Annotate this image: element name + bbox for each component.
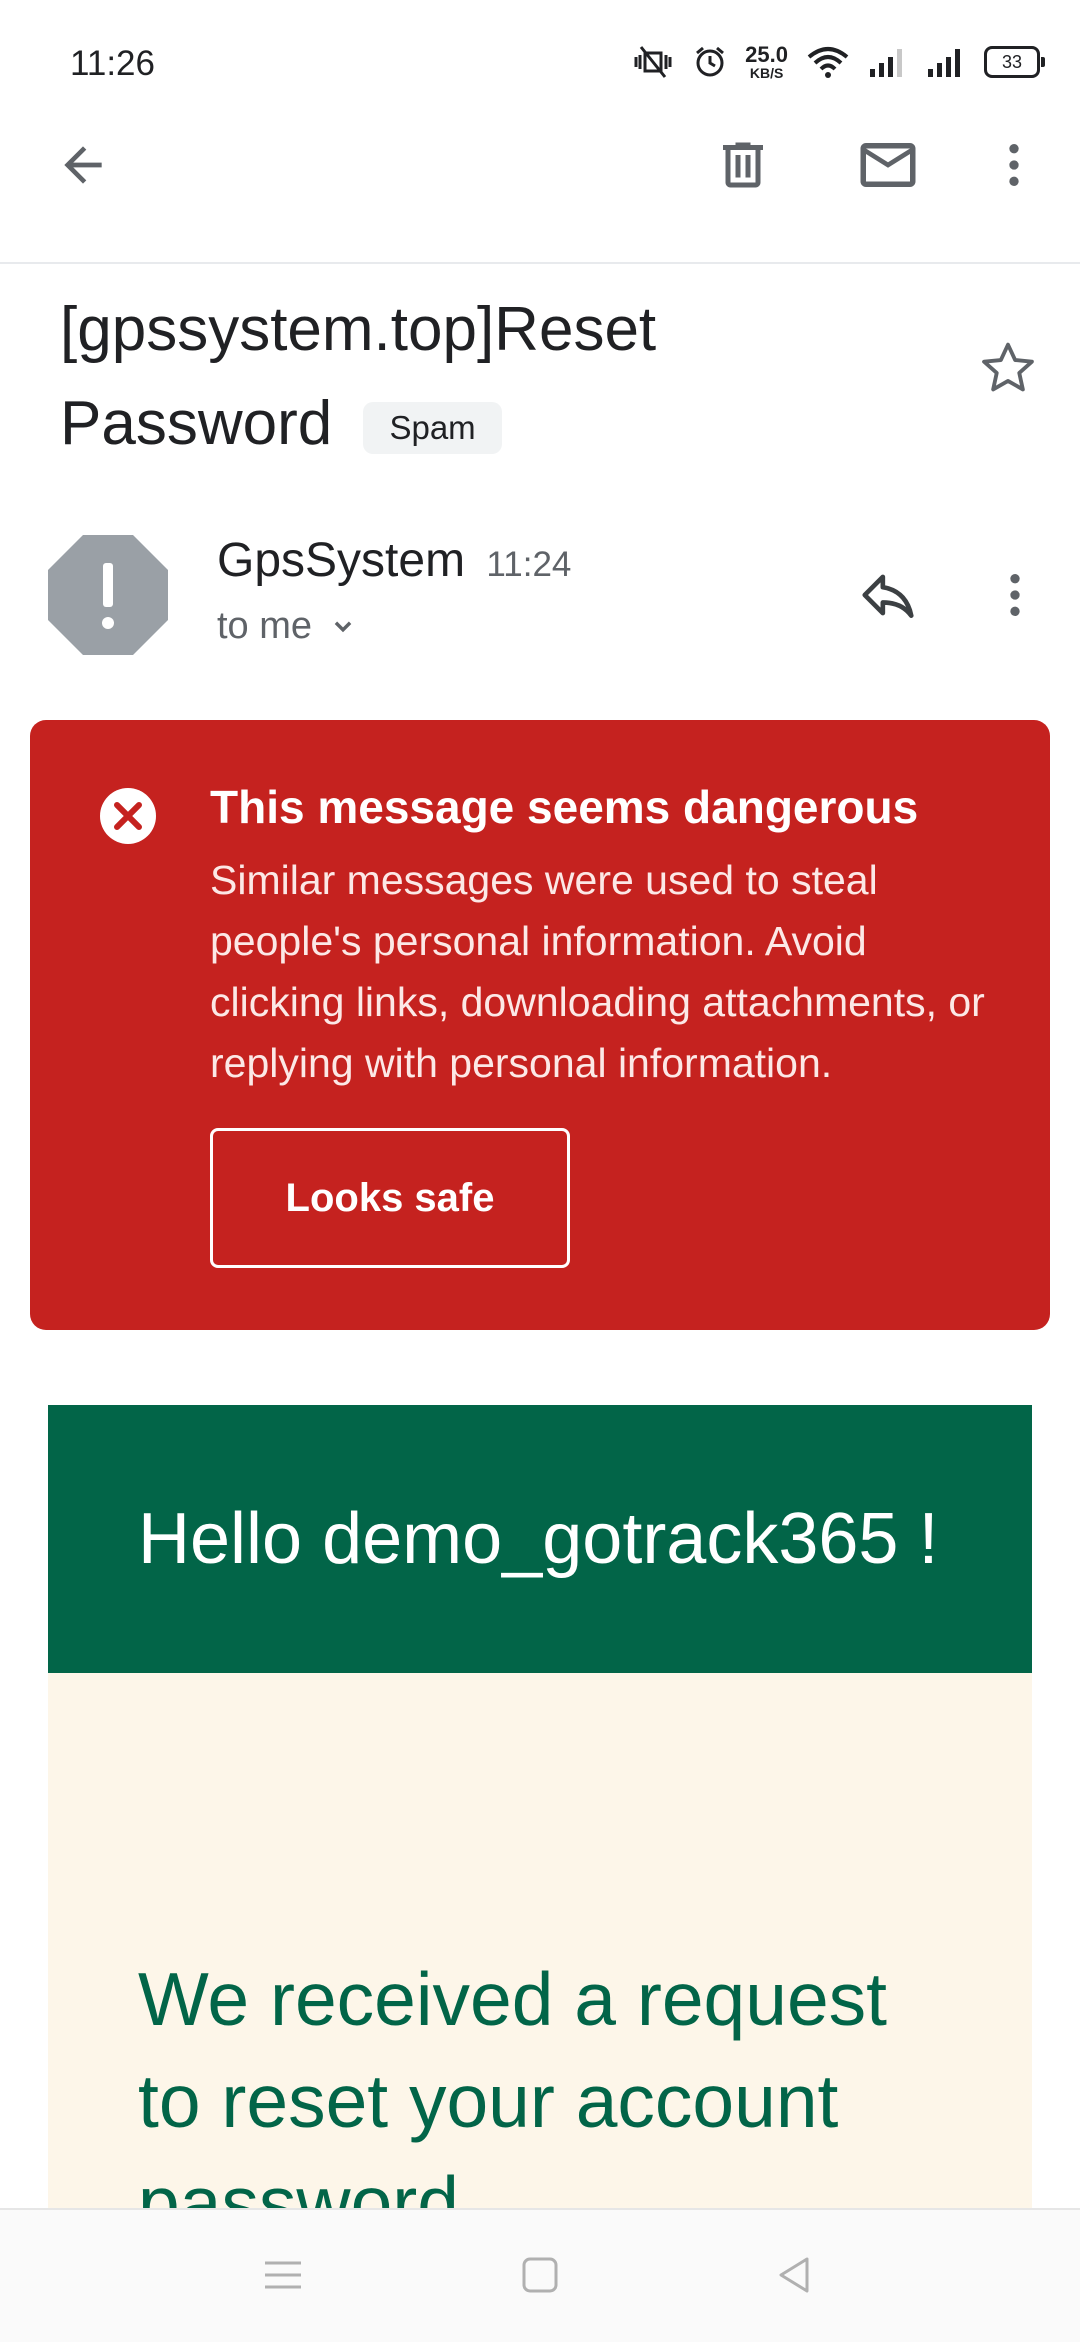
trash-icon [723, 142, 763, 188]
more-vert-icon [1009, 144, 1019, 186]
reply-icon [862, 574, 914, 618]
net-speed: 25.0 KB/S [745, 42, 788, 81]
system-nav-bar [0, 2208, 1080, 2342]
email-time: 11:24 [486, 545, 572, 584]
email-header-banner: Hello demo_gotrack365 ! [48, 1405, 1032, 1673]
sender-name: GpsSystem [217, 534, 466, 587]
recipient-toggle[interactable]: to me [217, 605, 360, 648]
delete-button[interactable] [698, 120, 788, 210]
battery-icon: 33 [984, 46, 1045, 78]
email-body: We received a request to reset your acco… [48, 1673, 1032, 2245]
looks-safe-button[interactable]: Looks safe [210, 1128, 570, 1268]
menu-icon [265, 2261, 301, 2289]
back-button[interactable] [38, 120, 128, 210]
warning-octagon-icon [48, 535, 168, 655]
spam-label[interactable]: Spam [363, 401, 502, 454]
alarm-icon [696, 46, 725, 77]
message-more-button[interactable] [985, 555, 1045, 635]
vibrate-off-icon [634, 46, 672, 78]
mail-icon [860, 143, 916, 187]
status-icons: 25.0 KB/S 33 [631, 42, 1045, 81]
signal-icon [870, 49, 902, 77]
greeting: Hello demo_gotrack365 ! [138, 1499, 939, 1579]
star-button[interactable] [975, 335, 1041, 406]
subject-line: [gpssystem.top]Reset Password Spam [60, 283, 940, 471]
status-time: 11:26 [70, 44, 155, 83]
net-speed-unit: KB/S [749, 65, 784, 81]
home-button[interactable] [505, 2240, 575, 2310]
net-speed-value: 25.0 [745, 42, 788, 67]
reply-button[interactable] [848, 555, 928, 635]
nav-back-button[interactable] [760, 2240, 830, 2310]
star-icon [982, 342, 1034, 392]
sender-line[interactable]: GpsSystem 11:24 [217, 533, 571, 588]
recipient-label: to me [217, 605, 313, 647]
app-toolbar [0, 120, 1080, 262]
warning-title: This message seems dangerous [210, 781, 919, 833]
chevron-down-icon [334, 621, 352, 632]
error-icon [98, 786, 158, 851]
signal-icon [928, 49, 960, 77]
recents-button[interactable] [248, 2240, 318, 2310]
more-options-button[interactable] [969, 120, 1059, 210]
more-vert-icon [1010, 574, 1020, 616]
mark-unread-button[interactable] [843, 120, 933, 210]
back-triangle-icon [779, 2257, 809, 2293]
wifi-icon [807, 47, 849, 78]
sender-avatar[interactable] [48, 535, 168, 655]
battery-level: 33 [1001, 51, 1023, 72]
arrow-left-icon [64, 146, 102, 184]
warning-body: Similar messages were used to steal peop… [210, 857, 985, 1086]
danger-warning-card: This message seems dangerous Similar mes… [30, 720, 1050, 1330]
home-square-icon [522, 2257, 558, 2293]
toolbar-divider [0, 262, 1080, 264]
email-subject: [gpssystem.top]Reset Password [60, 295, 657, 458]
